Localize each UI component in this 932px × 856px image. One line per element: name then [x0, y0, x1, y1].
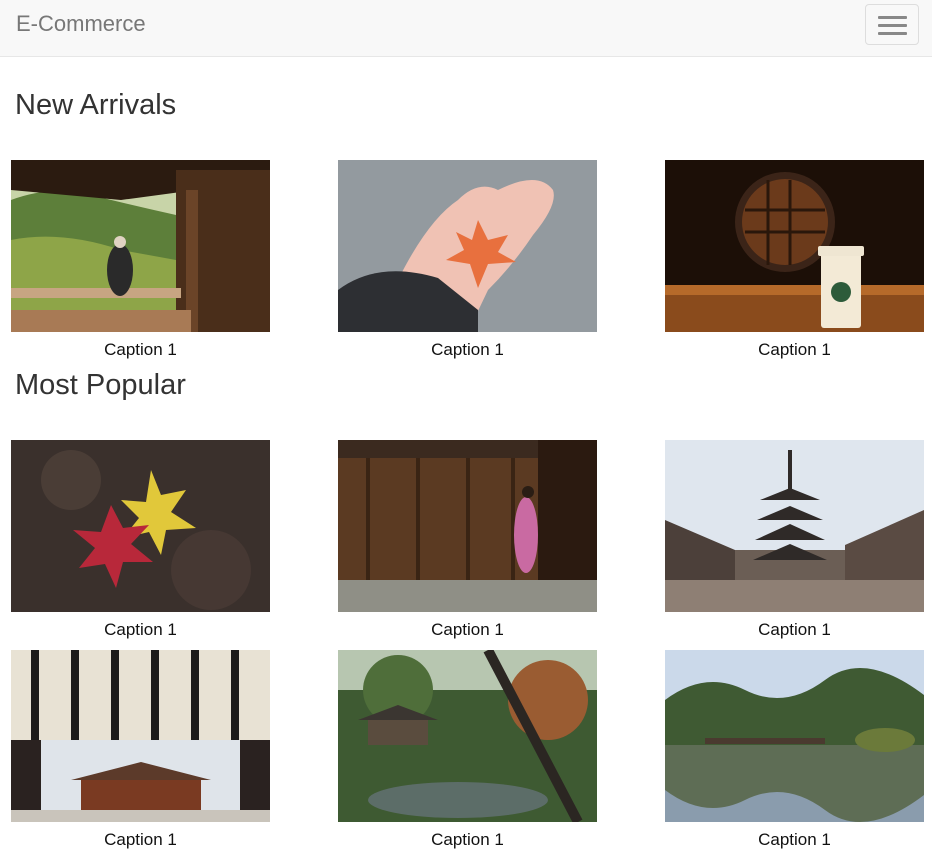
navbar-toggle-button[interactable] [865, 4, 919, 45]
japanese-garden-pond-photo[interactable] [338, 650, 597, 822]
caption: Caption 1 [431, 620, 504, 639]
product-card[interactable]: Caption 1 [11, 160, 270, 360]
section-title-most-popular: Most Popular [15, 369, 186, 401]
caption: Caption 1 [431, 340, 504, 359]
kimono-woman-by-wooden-wall-photo[interactable] [338, 440, 597, 612]
caption: Caption 1 [758, 830, 831, 849]
round-window-with-coffee-cup-photo[interactable] [665, 160, 924, 332]
navbar: E-Commerce [0, 0, 932, 57]
product-card[interactable]: Caption 1 [665, 440, 924, 640]
caption: Caption 1 [431, 830, 504, 849]
wooden-temple-veranda-with-monk-photo[interactable] [11, 160, 270, 332]
caption: Caption 1 [104, 340, 177, 359]
reflecting-pond-photo[interactable] [665, 650, 924, 822]
product-card[interactable]: Caption 1 [11, 440, 270, 640]
section-title-new-arrivals: New Arrivals [15, 89, 177, 121]
product-card[interactable]: Caption 1 [11, 650, 270, 850]
product-card[interactable]: Caption 1 [338, 440, 597, 640]
temple-gate-curtain-photo[interactable] [11, 650, 270, 822]
caption: Caption 1 [758, 620, 831, 639]
caption: Caption 1 [104, 830, 177, 849]
maple-leaves-on-stone-photo[interactable] [11, 440, 270, 612]
product-card[interactable]: Caption 1 [338, 650, 597, 850]
product-card[interactable]: Caption 1 [665, 650, 924, 850]
caption: Caption 1 [104, 620, 177, 639]
pagoda-street-photo[interactable] [665, 440, 924, 612]
product-card[interactable]: Caption 1 [338, 160, 597, 360]
hand-holding-red-maple-leaf-photo[interactable] [338, 160, 597, 332]
brand-link[interactable]: E-Commerce [16, 12, 146, 36]
product-card[interactable]: Caption 1 [665, 160, 924, 360]
caption: Caption 1 [758, 340, 831, 359]
